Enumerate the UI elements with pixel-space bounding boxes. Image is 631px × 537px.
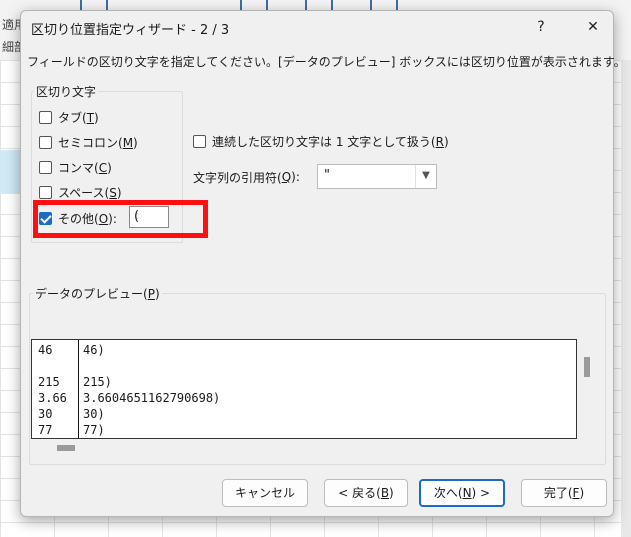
chevron-down-icon[interactable]: ▼ xyxy=(415,165,436,188)
back-button[interactable]: < 戻る(B) xyxy=(324,479,408,507)
instruction-text: フィールドの区切り文字を指定してください。[データのプレビュー] ボックスには区… xyxy=(27,55,626,69)
sheet-scrollbar[interactable] xyxy=(621,60,631,537)
preview-cell: 30 xyxy=(38,407,53,421)
preview-cell: 46) xyxy=(83,343,105,357)
comma-checkbox[interactable]: コンマ(C) xyxy=(39,158,112,176)
scroll-thumb[interactable] xyxy=(584,357,590,377)
tab-checkbox[interactable]: タブ(T) xyxy=(39,108,99,126)
column-break-line[interactable] xyxy=(78,340,79,438)
preview-cell: 77 xyxy=(38,423,53,437)
consecutive-label: 連続した区切り文字は 1 文字として扱う(R) xyxy=(212,134,449,149)
preview-cell: 215 xyxy=(38,375,60,389)
delimiters-legend: 区切り文字 xyxy=(34,83,99,100)
dialog-title: 区切り位置指定ウィザード - 2 / 3 xyxy=(31,23,230,38)
comma-label: コンマ(C) xyxy=(58,160,112,175)
space-checkbox[interactable]: スペース(S) xyxy=(39,183,122,201)
text-qualifier-value: " xyxy=(324,168,330,183)
preview-cell: 215) xyxy=(83,375,112,389)
data-preview-box[interactable]: 46 46) 215 215) 3.66 3.6604651162790698)… xyxy=(31,339,577,439)
selected-cells xyxy=(0,150,20,194)
finish-button[interactable]: 完了(F) xyxy=(521,479,607,507)
red-highlight-box xyxy=(33,200,208,238)
title-bar: 区切り位置指定ウィザード - 2 / 3 ? ✕ xyxy=(21,11,613,43)
checkbox-box[interactable] xyxy=(193,134,206,148)
help-button[interactable]: ? xyxy=(527,15,555,39)
text-qualifier-label: 文字列の引用符(Q): xyxy=(193,170,300,185)
data-preview-legend: データのプレビュー(P) xyxy=(33,285,162,302)
checkbox-box[interactable] xyxy=(39,110,52,124)
next-button[interactable]: 次へ(N) > xyxy=(419,479,505,507)
preview-cell: 46 xyxy=(38,343,53,357)
checkbox-box[interactable] xyxy=(39,185,52,199)
text-qualifier-select[interactable]: " ▼ xyxy=(317,164,437,189)
preview-vertical-scrollbar[interactable] xyxy=(580,339,592,439)
preview-cell: 30) xyxy=(83,407,105,421)
preview-cell: 77) xyxy=(83,423,105,437)
text-to-columns-wizard-dialog: 区切り位置指定ウィザード - 2 / 3 ? ✕ フィールドの区切り文字を指定し… xyxy=(20,10,626,517)
cancel-button[interactable]: キャンセル xyxy=(222,479,308,507)
space-label: スペース(S) xyxy=(58,185,122,200)
preview-cell: 3.66 xyxy=(38,391,67,405)
semicolon-label: セミコロン(M) xyxy=(58,135,138,150)
checkbox-box[interactable] xyxy=(39,160,52,174)
consecutive-delimiters-checkbox[interactable]: 連続した区切り文字は 1 文字として扱う(R) xyxy=(193,132,449,150)
preview-cell: 3.6604651162790698) xyxy=(83,391,221,405)
close-button[interactable]: ✕ xyxy=(579,15,607,39)
tab-label: タブ(T) xyxy=(58,110,99,125)
checkbox-box[interactable] xyxy=(39,135,52,149)
preview-horizontal-scroll-thumb[interactable] xyxy=(57,445,75,451)
semicolon-checkbox[interactable]: セミコロン(M) xyxy=(39,133,138,151)
